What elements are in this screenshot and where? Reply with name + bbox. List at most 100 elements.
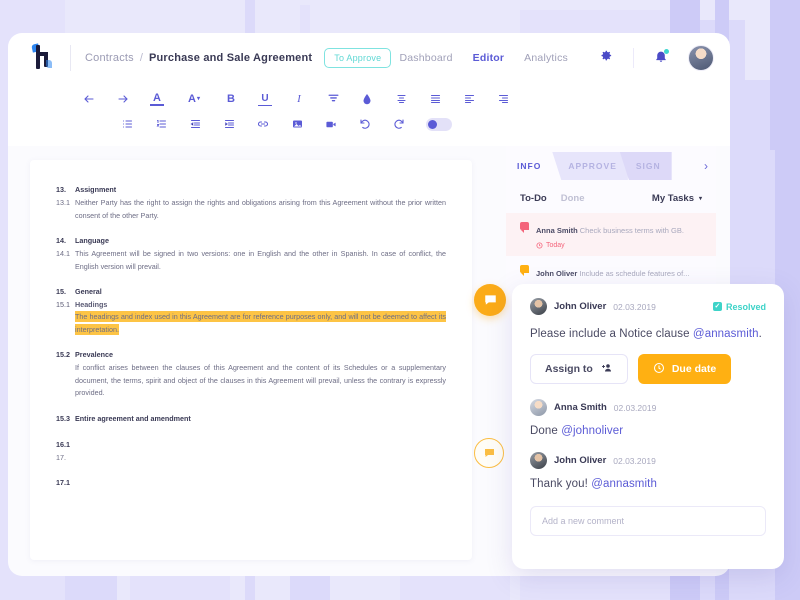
doc-paragraph: 17.: [56, 452, 66, 462]
editor-toolbar: A A▾ B U I Saved Share +11: [8, 83, 730, 206]
gear-icon[interactable]: [598, 48, 613, 68]
breadcrumb-root[interactable]: Contracts: [85, 52, 134, 64]
document-page[interactable]: 13. Assignment 13.1 Neither Party has the …: [30, 160, 472, 560]
comment-pin-active[interactable]: [474, 284, 506, 316]
align-center-icon[interactable]: [394, 92, 408, 106]
indent-decrease-icon[interactable]: [188, 117, 202, 131]
doc-subheading: 15.2 Prevalence: [56, 350, 113, 359]
breadcrumb-current: Purchase and Sale Agreement: [148, 52, 313, 64]
reply-header: Anna Smith 02.03.2019: [530, 399, 766, 416]
numbered-list-icon[interactable]: [154, 117, 168, 131]
due-date-label: Due date: [671, 363, 717, 375]
link-icon[interactable]: [256, 117, 270, 131]
chevron-right-icon[interactable]: ›: [696, 152, 716, 180]
mention-link[interactable]: @annasmith: [591, 478, 657, 490]
my-tasks-label: My Tasks: [651, 193, 694, 204]
task-filters: To-Do Done My Tasks ▾: [506, 180, 716, 213]
redo-arrow-icon[interactable]: [116, 92, 130, 106]
reply-date: 02.03.2019: [613, 402, 657, 413]
font-size-icon[interactable]: A ▾: [184, 92, 204, 106]
user-avatar[interactable]: [688, 45, 714, 71]
text-color-icon[interactable]: A: [150, 91, 164, 106]
clock-icon: [653, 362, 665, 377]
bold-icon[interactable]: B: [224, 92, 238, 106]
avatar[interactable]: [530, 298, 547, 315]
comment-card: John Oliver 02.03.2019 ✓ Resolved Please…: [512, 284, 784, 569]
reply-date: 02.03.2019: [613, 455, 656, 466]
assign-to-label: Assign to: [545, 363, 593, 375]
mention-link[interactable]: @annasmith: [693, 328, 759, 340]
indent-increase-icon[interactable]: [222, 117, 236, 131]
track-changes-toggle[interactable]: [426, 117, 452, 131]
comment-reply: Anna Smith 02.03.2019 Done @johnoliver: [530, 399, 766, 437]
comment-square-icon: [520, 222, 529, 233]
tab-sign[interactable]: SIGN: [619, 152, 672, 180]
tab-info[interactable]: INFO: [506, 152, 553, 180]
nav-item-dashboard[interactable]: Dashboard: [399, 52, 452, 64]
doc-paragraph-highlighted[interactable]: The headings and index used in this Agre…: [56, 311, 446, 336]
video-icon[interactable]: [324, 117, 338, 131]
sidebar-tabs: INFO APPROVE SIGN ›: [506, 152, 716, 180]
task-item[interactable]: Anna Smith Check business terms with GB.…: [506, 213, 716, 256]
reply-header: John Oliver 02.03.2019: [530, 452, 766, 469]
strikethrough-icon[interactable]: [326, 92, 340, 106]
comment-body-text: Please include a Notice clause: [530, 328, 693, 340]
align-justify-icon[interactable]: [428, 92, 442, 106]
toolbar-row-insert: [120, 117, 452, 131]
assign-to-button[interactable]: Assign to: [530, 354, 628, 384]
bell-icon[interactable]: [654, 48, 669, 68]
comment-reply: John Oliver 02.03.2019 Thank you! @annas…: [530, 452, 766, 490]
undo-arrow-icon[interactable]: [82, 92, 96, 106]
doc-subheading: 15.1 Headings: [56, 300, 108, 309]
italic-icon[interactable]: I: [292, 92, 306, 106]
comment-author: John Oliver: [554, 301, 607, 312]
align-left-icon[interactable]: [462, 92, 476, 106]
breadcrumb-separator: /: [139, 52, 143, 64]
resolved-status[interactable]: ✓ Resolved: [712, 302, 766, 312]
avatar[interactable]: [530, 452, 547, 469]
rotate-right-icon[interactable]: [392, 117, 406, 131]
filter-done[interactable]: Done: [561, 193, 585, 204]
align-right-icon[interactable]: [496, 92, 510, 106]
doc-heading: 16.1: [56, 439, 70, 449]
task-author: Anna Smith: [536, 226, 578, 235]
reply-text: Done: [530, 425, 562, 437]
doc-subheading: 15.3 Entire agreement and amendment: [56, 413, 191, 423]
due-date-button[interactable]: Due date: [637, 354, 732, 384]
my-tasks-dropdown[interactable]: My Tasks ▾: [652, 193, 702, 204]
comment-body-suffix: .: [758, 328, 762, 340]
filter-todo[interactable]: To-Do: [520, 193, 547, 204]
reply-body: Thank you! @annasmith: [530, 478, 766, 490]
avatar[interactable]: [530, 399, 547, 416]
checkbox-icon: ✓: [712, 302, 722, 311]
header-divider: [70, 45, 71, 71]
nav-divider: [633, 48, 634, 68]
rotate-left-icon[interactable]: [358, 117, 372, 131]
mention-link[interactable]: @johnoliver: [561, 425, 623, 437]
image-icon[interactable]: [290, 117, 304, 131]
comment-actions: Assign to Due date: [530, 354, 766, 384]
top-navigation: Dashboard Editor Analytics: [399, 45, 714, 71]
task-author: John Oliver: [536, 269, 578, 278]
highlight-span[interactable]: The headings and index used in this Agre…: [75, 311, 446, 335]
reply-author: John Oliver: [554, 455, 607, 466]
status-badge[interactable]: To Approve: [324, 48, 392, 68]
comment-date: 02.03.2019: [613, 301, 656, 312]
chevron-down-icon: ▾: [698, 196, 702, 202]
doc-paragraph: If conflict arises between the clauses o…: [75, 363, 446, 397]
comment-pin-inactive[interactable]: [474, 438, 504, 468]
nav-item-analytics[interactable]: Analytics: [524, 52, 568, 64]
nav-item-editor[interactable]: Editor: [473, 52, 505, 64]
hl-logo-icon[interactable]: [24, 43, 58, 73]
bullet-list-icon[interactable]: [120, 117, 134, 131]
notification-dot: [664, 48, 669, 54]
tab-approve[interactable]: APPROVE: [552, 152, 628, 180]
new-comment-input[interactable]: [530, 506, 766, 536]
app-header: Contracts / Purchase and Sale Agreement …: [8, 33, 730, 83]
reply-text: Thank you!: [530, 478, 592, 490]
underline-icon[interactable]: U: [258, 92, 272, 106]
doc-heading: 17.1: [56, 478, 70, 487]
highlight-color-icon[interactable]: [360, 92, 374, 106]
reply-body: Done @johnoliver: [530, 425, 766, 437]
doc-heading: 14. Language: [56, 236, 109, 245]
